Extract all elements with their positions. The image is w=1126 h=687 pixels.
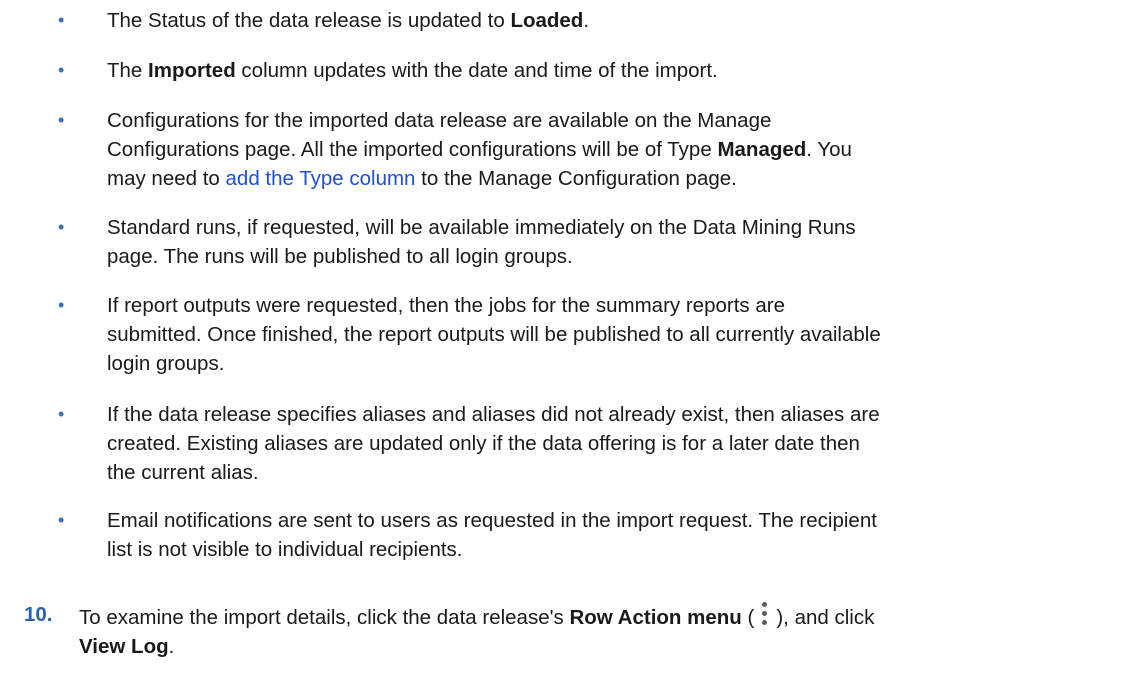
text-line: If report outputs were requested, then t… xyxy=(107,294,785,317)
bullet-icon: • xyxy=(58,295,65,315)
text-line: created. Existing aliases are updated on… xyxy=(107,432,860,455)
text-line: Configurations page. All the imported co… xyxy=(107,138,852,161)
text-line: View Log. xyxy=(79,635,175,658)
text-line: submitted. Once finished, the report out… xyxy=(107,323,881,346)
bullet-text: The Imported column updates with the dat… xyxy=(107,56,1117,85)
bullet-text: Configurations for the imported data rel… xyxy=(107,106,1117,193)
bullet-icon: • xyxy=(58,404,65,424)
text-line: Configurations for the imported data rel… xyxy=(107,109,772,132)
bullet-icon: • xyxy=(58,110,65,130)
bullet-icon: • xyxy=(58,10,65,30)
text-line: If the data release specifies aliases an… xyxy=(107,403,880,426)
text-line: The Status of the data release is update… xyxy=(107,9,590,32)
step-number: 10. xyxy=(24,603,53,626)
step-text: To examine the import details, click the… xyxy=(79,600,1119,661)
kebab-menu-icon xyxy=(756,600,774,628)
text-line: login groups. xyxy=(107,352,225,375)
text-line: To examine the import details, click the… xyxy=(79,600,1119,632)
bullet-icon: • xyxy=(58,60,65,80)
bullet-text: Email notifications are sent to users as… xyxy=(107,506,1117,564)
text-line: list is not visible to individual recipi… xyxy=(107,538,463,561)
bullet-icon: • xyxy=(58,217,65,237)
bullet-icon: • xyxy=(58,510,65,530)
text-line: page. The runs will be published to all … xyxy=(107,245,573,268)
text-line: Email notifications are sent to users as… xyxy=(107,509,877,532)
bullet-text: If report outputs were requested, then t… xyxy=(107,291,1117,378)
text-line: the current alias. xyxy=(107,461,259,484)
bullet-text: The Status of the data release is update… xyxy=(107,6,1117,35)
text-line: may need to add the Type column to the M… xyxy=(107,167,737,190)
text-line: Standard runs, if requested, will be ava… xyxy=(107,216,856,239)
bullet-text: If the data release specifies aliases an… xyxy=(107,400,1117,487)
add-type-column-link[interactable]: add the Type column xyxy=(226,167,416,190)
text-line: The Imported column updates with the dat… xyxy=(107,59,718,82)
bullet-text: Standard runs, if requested, will be ava… xyxy=(107,213,1117,271)
